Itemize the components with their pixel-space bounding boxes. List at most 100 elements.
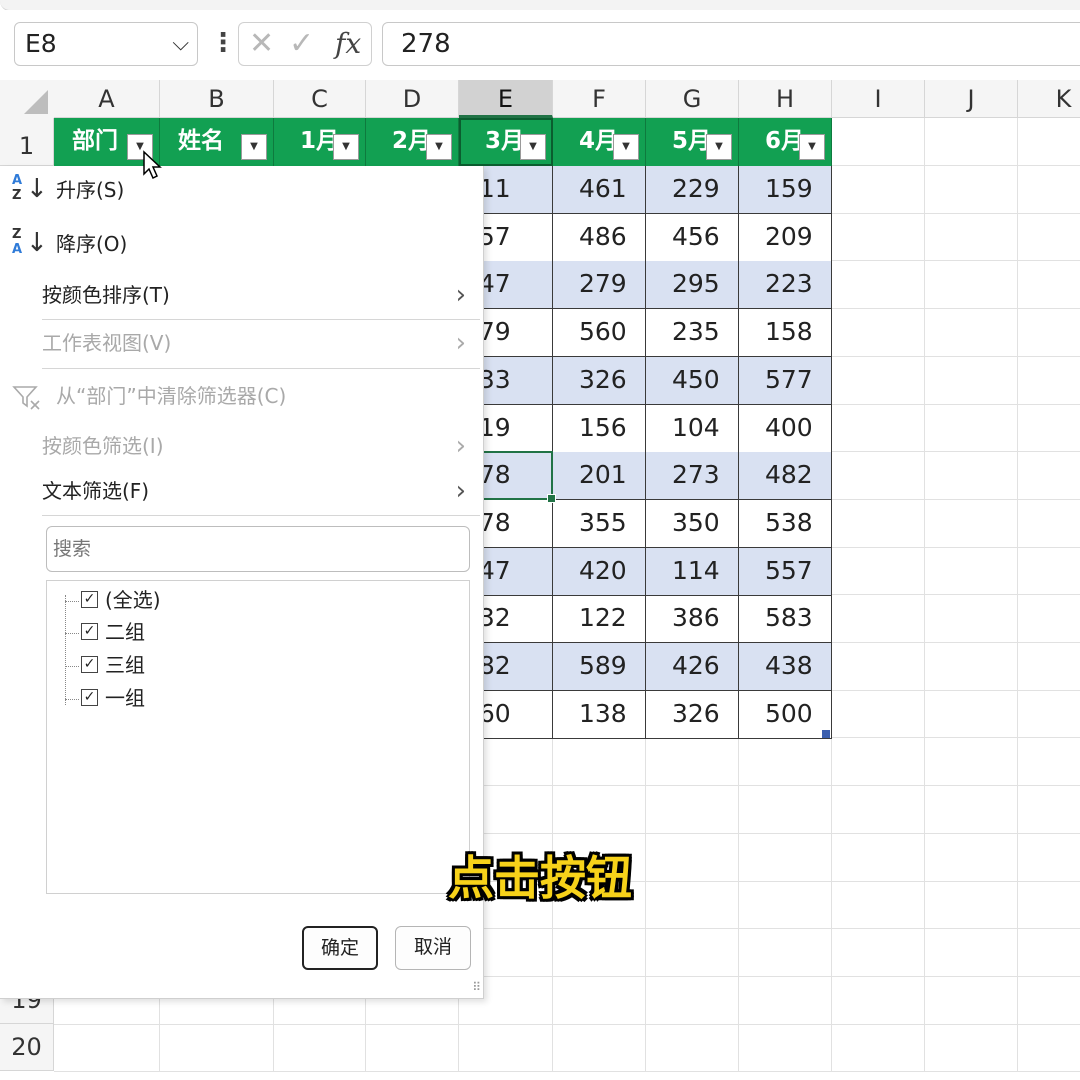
column-header-j[interactable]: J (925, 80, 1018, 118)
grid-cell[interactable] (1018, 786, 1080, 834)
insert-function-icon[interactable]: fx (335, 23, 361, 65)
checkbox-checked-icon[interactable]: ✓ (81, 656, 98, 673)
grid-cell[interactable] (832, 642, 925, 691)
table-cell[interactable]: 122 (553, 595, 646, 644)
menu-sort-descending[interactable]: Z A ↓ 降序(O) (0, 222, 480, 266)
grid-cell[interactable] (1018, 500, 1080, 548)
grid-cell[interactable] (739, 928, 832, 977)
table-cell[interactable]: 500 (739, 690, 832, 739)
table-cell[interactable]: 486 (553, 213, 646, 262)
table-cell[interactable]: 114 (646, 547, 739, 596)
table-cell[interactable]: 589 (553, 643, 646, 691)
filter-dropdown-button[interactable]: ▼ (520, 134, 546, 160)
grid-cell[interactable] (553, 785, 646, 834)
filter-dropdown-button[interactable]: ▼ (706, 134, 732, 160)
grid-cell[interactable] (925, 642, 1018, 691)
grid-cell[interactable] (646, 928, 739, 977)
grid-cell[interactable] (366, 1024, 459, 1073)
table-cell[interactable]: 104 (646, 404, 739, 453)
grid-cell[interactable] (1018, 452, 1080, 500)
table-cell[interactable]: 326 (553, 356, 646, 405)
grid-cell[interactable] (1018, 166, 1080, 214)
grid-cell[interactable] (925, 356, 1018, 405)
grid-cell[interactable] (1018, 261, 1080, 310)
table-cell[interactable]: 326 (646, 690, 739, 739)
grid-cell[interactable] (925, 451, 1018, 500)
grid-cell[interactable] (925, 404, 1018, 453)
grid-cell[interactable] (925, 976, 1018, 1025)
table-cell[interactable]: 229 (646, 166, 739, 214)
grid-cell[interactable] (832, 547, 925, 596)
grid-cell[interactable] (925, 165, 1018, 214)
table-cell[interactable]: 235 (646, 309, 739, 358)
table-cell[interactable]: 560 (553, 309, 646, 358)
table-cell[interactable]: 482 (739, 452, 832, 501)
menu-sort-ascending[interactable]: A Z ↓ 升序(S) (0, 168, 480, 212)
grid-cell[interactable] (925, 785, 1018, 834)
grid-cell[interactable] (553, 928, 646, 977)
grid-cell[interactable] (1018, 690, 1080, 739)
table-cell[interactable]: 209 (739, 213, 832, 262)
grid-cell[interactable] (925, 118, 1018, 166)
column-header-h[interactable]: H (739, 80, 832, 118)
grid-cell[interactable] (553, 1024, 646, 1073)
table-cell[interactable]: 156 (553, 404, 646, 453)
grid-cell[interactable] (925, 261, 1018, 310)
table-cell[interactable]: 350 (646, 499, 739, 548)
table-cell[interactable]: 400 (739, 404, 832, 453)
table-header-cell[interactable]: 3月 ▼ (459, 118, 553, 166)
column-header-e[interactable]: E (459, 80, 553, 118)
grid-cell[interactable] (925, 595, 1018, 643)
grid-cell[interactable] (54, 1024, 160, 1073)
grid-cell[interactable] (459, 1024, 553, 1073)
column-header-d[interactable]: D (366, 80, 459, 118)
select-all-corner[interactable] (0, 80, 55, 119)
cancel-button[interactable]: 取消 (395, 926, 471, 970)
grid-cell[interactable] (1018, 595, 1080, 643)
grid-cell[interactable] (832, 356, 925, 405)
grid-cell[interactable] (925, 547, 1018, 596)
table-cell[interactable]: 438 (739, 643, 832, 691)
fill-handle[interactable] (547, 494, 556, 503)
grid-cell[interactable] (1018, 547, 1080, 596)
formula-input[interactable]: 278 (382, 22, 1080, 66)
grid-cell[interactable] (832, 976, 925, 1025)
column-header-k[interactable]: K (1018, 80, 1080, 118)
table-cell[interactable]: 279 (553, 261, 646, 310)
resize-grip-icon[interactable]: ⠿ (472, 980, 481, 994)
table-resize-handle[interactable] (822, 730, 830, 738)
table-header-cell[interactable]: 6月 ▼ (739, 118, 832, 166)
column-header-b[interactable]: B (160, 80, 274, 118)
grid-cell[interactable] (832, 738, 925, 787)
table-cell[interactable]: 223 (739, 261, 832, 310)
grid-cell[interactable] (1018, 357, 1080, 405)
grid-cell[interactable] (832, 595, 925, 643)
table-cell[interactable]: 138 (553, 690, 646, 739)
chevron-down-icon[interactable]: ⌵ (172, 23, 189, 65)
grid-cell[interactable] (160, 1024, 274, 1073)
table-cell[interactable]: 201 (553, 452, 646, 501)
grid-cell[interactable] (739, 1024, 832, 1073)
grid-cell[interactable] (832, 1024, 925, 1073)
grid-cell[interactable] (1018, 404, 1080, 453)
column-header-c[interactable]: C (274, 80, 366, 118)
grid-cell[interactable] (925, 738, 1018, 787)
grid-cell[interactable] (1018, 738, 1080, 787)
filter-search-input[interactable]: 搜索 (46, 526, 470, 572)
table-cell[interactable]: 577 (739, 356, 832, 405)
grid-cell[interactable] (1018, 118, 1080, 166)
column-header-a[interactable]: A (54, 80, 160, 118)
table-cell[interactable]: 273 (646, 452, 739, 501)
grid-cell[interactable] (832, 165, 925, 214)
filter-dropdown-button[interactable]: ▼ (613, 134, 639, 160)
grid-cell[interactable] (739, 976, 832, 1025)
table-cell[interactable]: 426 (646, 643, 739, 691)
row-header-1[interactable]: 1 (0, 118, 54, 166)
table-cell[interactable]: 557 (739, 547, 832, 596)
grid-cell[interactable] (832, 118, 925, 166)
cancel-icon[interactable]: ✕ (249, 23, 274, 65)
table-cell[interactable]: 538 (739, 499, 832, 548)
grid-cell[interactable] (553, 976, 646, 1025)
table-cell[interactable]: 450 (646, 356, 739, 405)
grid-cell[interactable] (925, 928, 1018, 977)
